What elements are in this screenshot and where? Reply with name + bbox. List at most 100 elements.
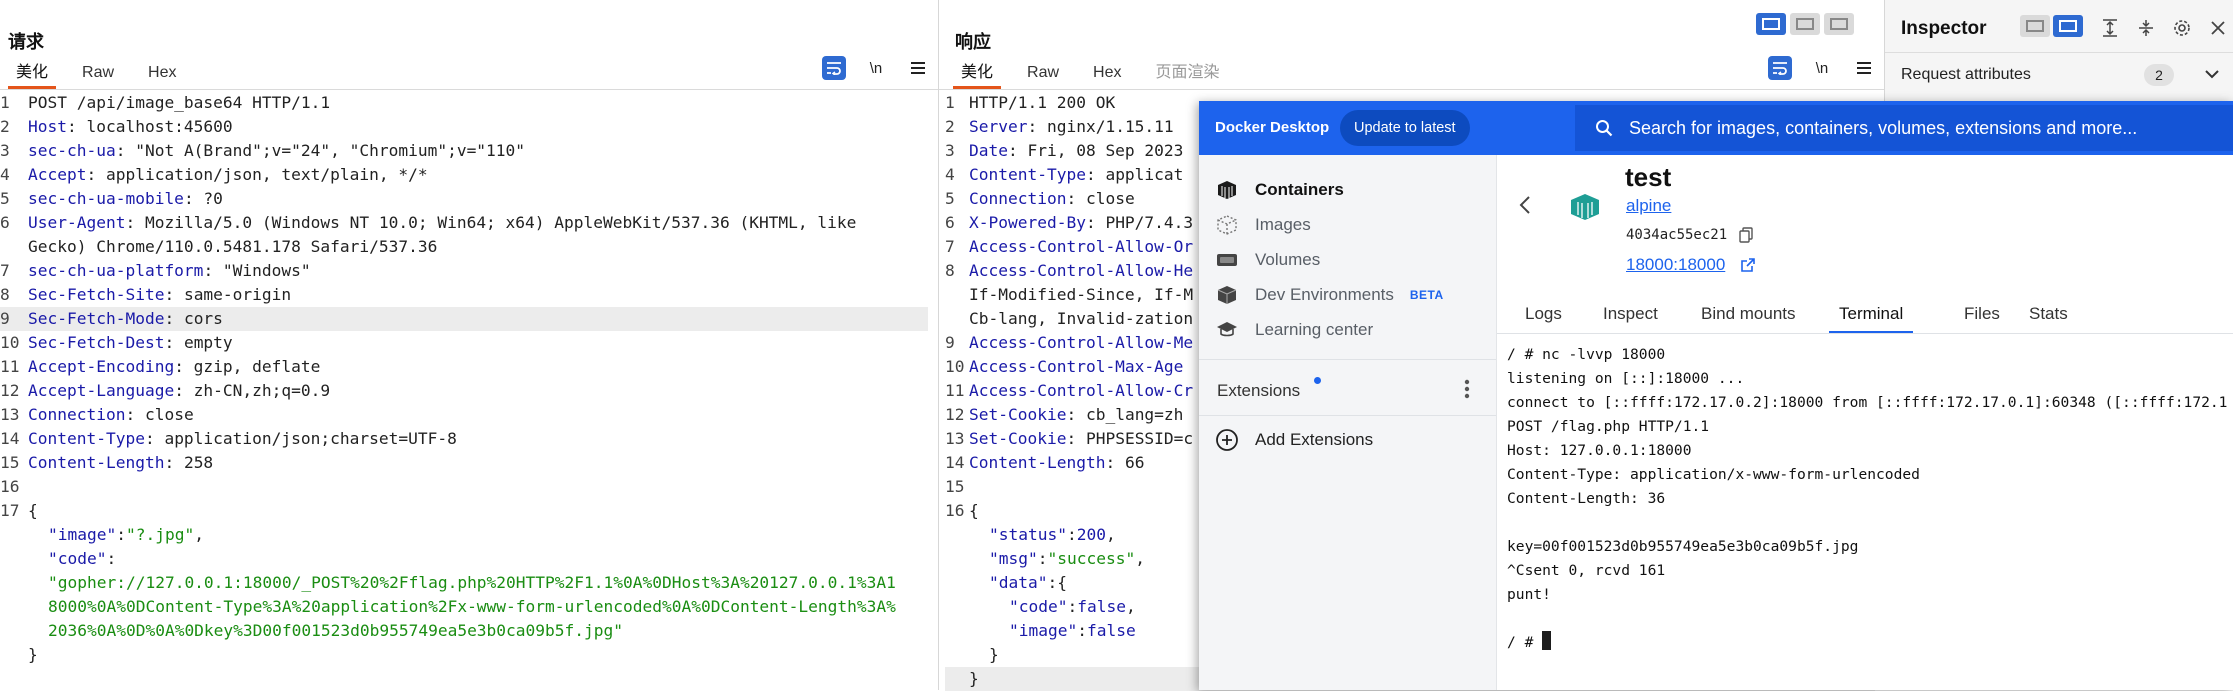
layout-side-by-side-button[interactable] bbox=[1756, 13, 1786, 35]
volumes-icon bbox=[1213, 249, 1241, 271]
request-attributes-label[interactable]: Request attributes bbox=[1901, 66, 2031, 84]
header-name: Access-Control-Max-Age bbox=[969, 357, 1184, 376]
code-line: 10 Sec-Fetch-Dest: empty bbox=[0, 331, 928, 355]
code-line: 5 sec-ch-ua-mobile: ?0 bbox=[0, 187, 928, 211]
json-token: , bbox=[1105, 525, 1116, 544]
layout-stacked-button[interactable] bbox=[1790, 13, 1820, 35]
add-extensions-button[interactable]: Add Extensions bbox=[1213, 425, 1373, 455]
tab-terminal[interactable]: Terminal bbox=[1829, 297, 1914, 334]
header-value: : cors bbox=[164, 309, 223, 328]
expand-all-icon[interactable] bbox=[2098, 16, 2122, 40]
line-number: 9 bbox=[945, 333, 955, 352]
layout-toggle bbox=[1756, 13, 1854, 35]
response-tab-render[interactable]: 页面渲染 bbox=[1147, 60, 1227, 86]
sidebar-item-containers[interactable]: Containers bbox=[1213, 175, 1344, 205]
header-value: HTTP/1.1 200 OK bbox=[969, 93, 1116, 112]
json-string: 2036%0A%0D%0A%0Dkey%3D00f001523d0b955749… bbox=[48, 621, 623, 640]
header-value: : applicat bbox=[1085, 165, 1184, 184]
line-number: 6 bbox=[0, 213, 10, 232]
header-name: Set-Cookie bbox=[969, 405, 1067, 424]
line-number: 11 bbox=[945, 381, 965, 400]
tab-files[interactable]: Files bbox=[1964, 297, 2000, 331]
header-name: Sec-Fetch-Site bbox=[28, 285, 165, 304]
json-token: false bbox=[1077, 597, 1126, 616]
request-tab-raw[interactable]: Raw bbox=[74, 60, 122, 86]
json-token: , bbox=[1135, 549, 1145, 568]
request-tab-hex[interactable]: Hex bbox=[140, 60, 184, 86]
request-tabs: 美化 Raw Hex bbox=[8, 60, 202, 89]
sidebar-item-learning-center[interactable]: Learning center bbox=[1213, 315, 1373, 345]
response-tab-hex[interactable]: Hex bbox=[1085, 60, 1129, 86]
line-number: 9 bbox=[0, 309, 10, 328]
request-toolbar: \n bbox=[822, 56, 930, 80]
response-toolbar: \n bbox=[1768, 56, 1876, 80]
json-brace: } bbox=[969, 669, 979, 688]
json-token: "code" bbox=[1009, 597, 1068, 616]
request-attributes-count: 2 bbox=[2144, 64, 2174, 86]
terminal-line: Content-Type: application/x-www-form-url… bbox=[1507, 466, 1920, 483]
chevron-down-icon[interactable] bbox=[2205, 66, 2219, 84]
header-value: : PHPSESSID=c bbox=[1066, 429, 1194, 448]
settings-gear-icon[interactable] bbox=[2170, 16, 2194, 40]
back-chevron-icon[interactable] bbox=[1519, 195, 1531, 220]
code-line: 12 Accept-Language: zh-CN,zh;q=0.9 bbox=[0, 379, 928, 403]
tab-bind-mounts[interactable]: Bind mounts bbox=[1701, 297, 1796, 331]
tab-inspect[interactable]: Inspect bbox=[1603, 297, 1658, 331]
header-value: : 258 bbox=[164, 453, 214, 472]
add-extensions-label: Add Extensions bbox=[1255, 430, 1374, 449]
header-value: : Mozilla/5.0 (Windows NT 10.0; Win64; x… bbox=[125, 213, 857, 232]
sidebar-divider bbox=[1199, 359, 1496, 360]
header-value: : gzip, deflate bbox=[174, 357, 321, 376]
response-title: 响应 bbox=[955, 32, 991, 52]
layout-tabs-button[interactable] bbox=[1824, 13, 1854, 35]
json-token: : bbox=[1066, 525, 1077, 544]
request-tab-pretty[interactable]: 美化 bbox=[8, 60, 57, 89]
sidebar-item-images[interactable]: Images bbox=[1213, 210, 1311, 240]
container-image-link[interactable]: alpine bbox=[1626, 196, 1671, 216]
hamburger-menu-icon[interactable] bbox=[906, 56, 930, 80]
inspector-layout-right-button[interactable] bbox=[2053, 15, 2083, 37]
collapse-all-icon[interactable] bbox=[2134, 16, 2158, 40]
update-to-latest-button[interactable]: Update to latest bbox=[1340, 110, 1470, 146]
tab-logs[interactable]: Logs bbox=[1525, 297, 1562, 331]
copy-icon[interactable] bbox=[1739, 227, 1753, 248]
json-token: : bbox=[1077, 621, 1087, 640]
json-colon: : bbox=[116, 525, 126, 544]
more-options-icon[interactable] bbox=[1464, 378, 1470, 405]
json-token: :{ bbox=[1047, 573, 1067, 592]
external-link-icon[interactable] bbox=[1740, 258, 1755, 278]
learning-center-icon bbox=[1213, 319, 1241, 341]
header-name: Sec-Fetch-Dest bbox=[28, 333, 165, 352]
header-value: { bbox=[28, 501, 38, 520]
json-token: "msg" bbox=[989, 549, 1038, 568]
extensions-notification-dot bbox=[1314, 377, 1321, 384]
header-value: : cb_lang=zh bbox=[1066, 405, 1184, 424]
newline-toggle-button[interactable]: \n bbox=[1810, 56, 1834, 80]
newline-toggle-button[interactable]: \n bbox=[864, 56, 888, 80]
terminal-output[interactable]: / # nc -lvvp 18000 listening on [::]:1800… bbox=[1507, 343, 2227, 655]
json-token: 200 bbox=[1076, 525, 1106, 544]
search-icon bbox=[1595, 105, 1613, 151]
inspector-layout-left-button[interactable] bbox=[2020, 15, 2050, 37]
close-icon[interactable] bbox=[2206, 16, 2230, 40]
wrap-lines-icon[interactable] bbox=[1768, 56, 1792, 80]
header-value: : "Not A(Brand";v="24", "Chromium";v="11… bbox=[115, 141, 526, 160]
response-tab-pretty[interactable]: 美化 bbox=[953, 60, 1002, 89]
sidebar-item-volumes[interactable]: Volumes bbox=[1213, 245, 1320, 275]
line-number: 2 bbox=[945, 117, 955, 136]
header-value: : "Windows" bbox=[203, 261, 311, 280]
tab-stats[interactable]: Stats bbox=[2029, 297, 2068, 331]
wrap-lines-icon[interactable] bbox=[822, 56, 846, 80]
container-ports-link[interactable]: 18000:18000 bbox=[1626, 255, 1725, 275]
request-editor[interactable]: 1 POST /api/image_base64 HTTP/1.1 2 Host: l… bbox=[0, 91, 928, 667]
code-line: Gecko) Chrome/110.0.5481.178 Safari/537.… bbox=[0, 235, 928, 259]
line-number: 5 bbox=[0, 189, 10, 208]
response-tab-raw[interactable]: Raw bbox=[1019, 60, 1067, 86]
docker-search-bar[interactable]: Search for images, containers, volumes, … bbox=[1575, 105, 2233, 151]
header-name: sec-ch-ua-platform bbox=[28, 261, 204, 280]
line-number: 3 bbox=[0, 141, 10, 160]
hamburger-menu-icon[interactable] bbox=[1852, 56, 1876, 80]
sidebar-item-dev-environments[interactable]: Dev Environments BETA bbox=[1213, 280, 1444, 310]
code-line: "gopher://127.0.0.1:18000/_POST%20%2Ffla… bbox=[0, 571, 928, 595]
search-placeholder: Search for images, containers, volumes, … bbox=[1629, 118, 2138, 138]
